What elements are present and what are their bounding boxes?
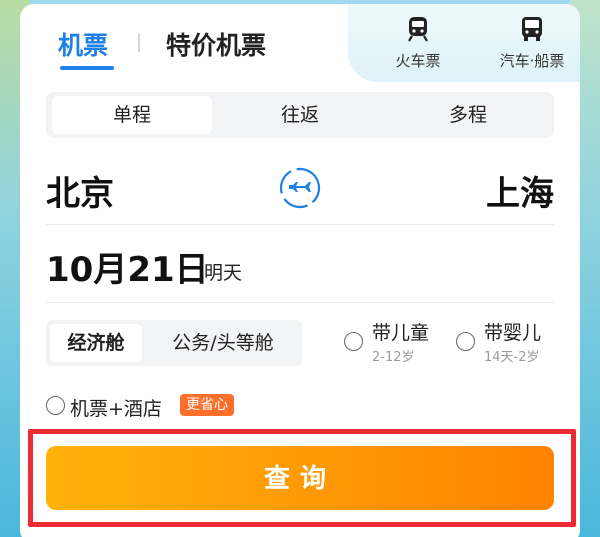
plane-swap-icon[interactable] <box>278 166 322 214</box>
bus-icon <box>484 16 580 46</box>
divider <box>46 302 554 303</box>
child-radio[interactable] <box>344 332 363 351</box>
departure-date[interactable]: 10月21日 <box>46 242 209 291</box>
trip-type-selector: 单程 往返 多程 <box>46 92 554 138</box>
train-icon <box>388 16 448 46</box>
infant-age-range: 14天-2岁 <box>484 350 540 365</box>
trip-type-round-trip[interactable]: 往返 <box>220 96 380 134</box>
divider <box>46 224 554 225</box>
trip-type-one-way[interactable]: 单程 <box>52 96 212 134</box>
with-child-label: 带儿童 <box>372 322 430 344</box>
tab-flight[interactable]: 机票 <box>58 26 108 62</box>
child-age-range: 2-12岁 <box>372 350 415 365</box>
active-tab-indicator <box>60 66 114 70</box>
cabin-economy[interactable]: 经济舱 <box>50 324 142 362</box>
departure-city[interactable]: 北京 <box>46 166 114 215</box>
date-relative-hint: 明天 <box>204 262 243 284</box>
promo-badge: 更省心 <box>180 394 234 416</box>
tab-special-flight[interactable]: 特价机票 <box>166 26 266 62</box>
train-ticket-button[interactable]: 火车票 <box>388 16 448 71</box>
cabin-class-selector: 经济舱 公务/头等舱 <box>46 320 302 366</box>
infant-radio[interactable] <box>456 332 475 351</box>
tab-divider <box>138 34 140 52</box>
bus-ship-ticket-button[interactable]: 汽车·船票 <box>484 16 580 71</box>
trip-type-multi-city[interactable]: 多程 <box>388 96 548 134</box>
flight-search-card: 机票 特价机票 火车票 汽车·船票 单程 往返 多程 北京 上海 10月21日 … <box>20 4 580 537</box>
train-ticket-label: 火车票 <box>395 52 441 70</box>
flight-hotel-label: 机票+酒店 <box>70 398 162 420</box>
arrival-city[interactable]: 上海 <box>486 166 554 215</box>
with-infant-label: 带婴儿 <box>484 322 542 344</box>
cabin-business-first[interactable]: 公务/头等舱 <box>146 324 300 362</box>
bus-ship-ticket-label: 汽车·船票 <box>499 52 565 70</box>
other-transport-modes: 火车票 汽车·船票 <box>348 4 580 82</box>
search-button[interactable]: 查询 <box>46 446 554 510</box>
flight-hotel-radio[interactable] <box>46 396 65 415</box>
tabs-bar: 机票 特价机票 火车票 汽车·船票 <box>20 4 580 82</box>
